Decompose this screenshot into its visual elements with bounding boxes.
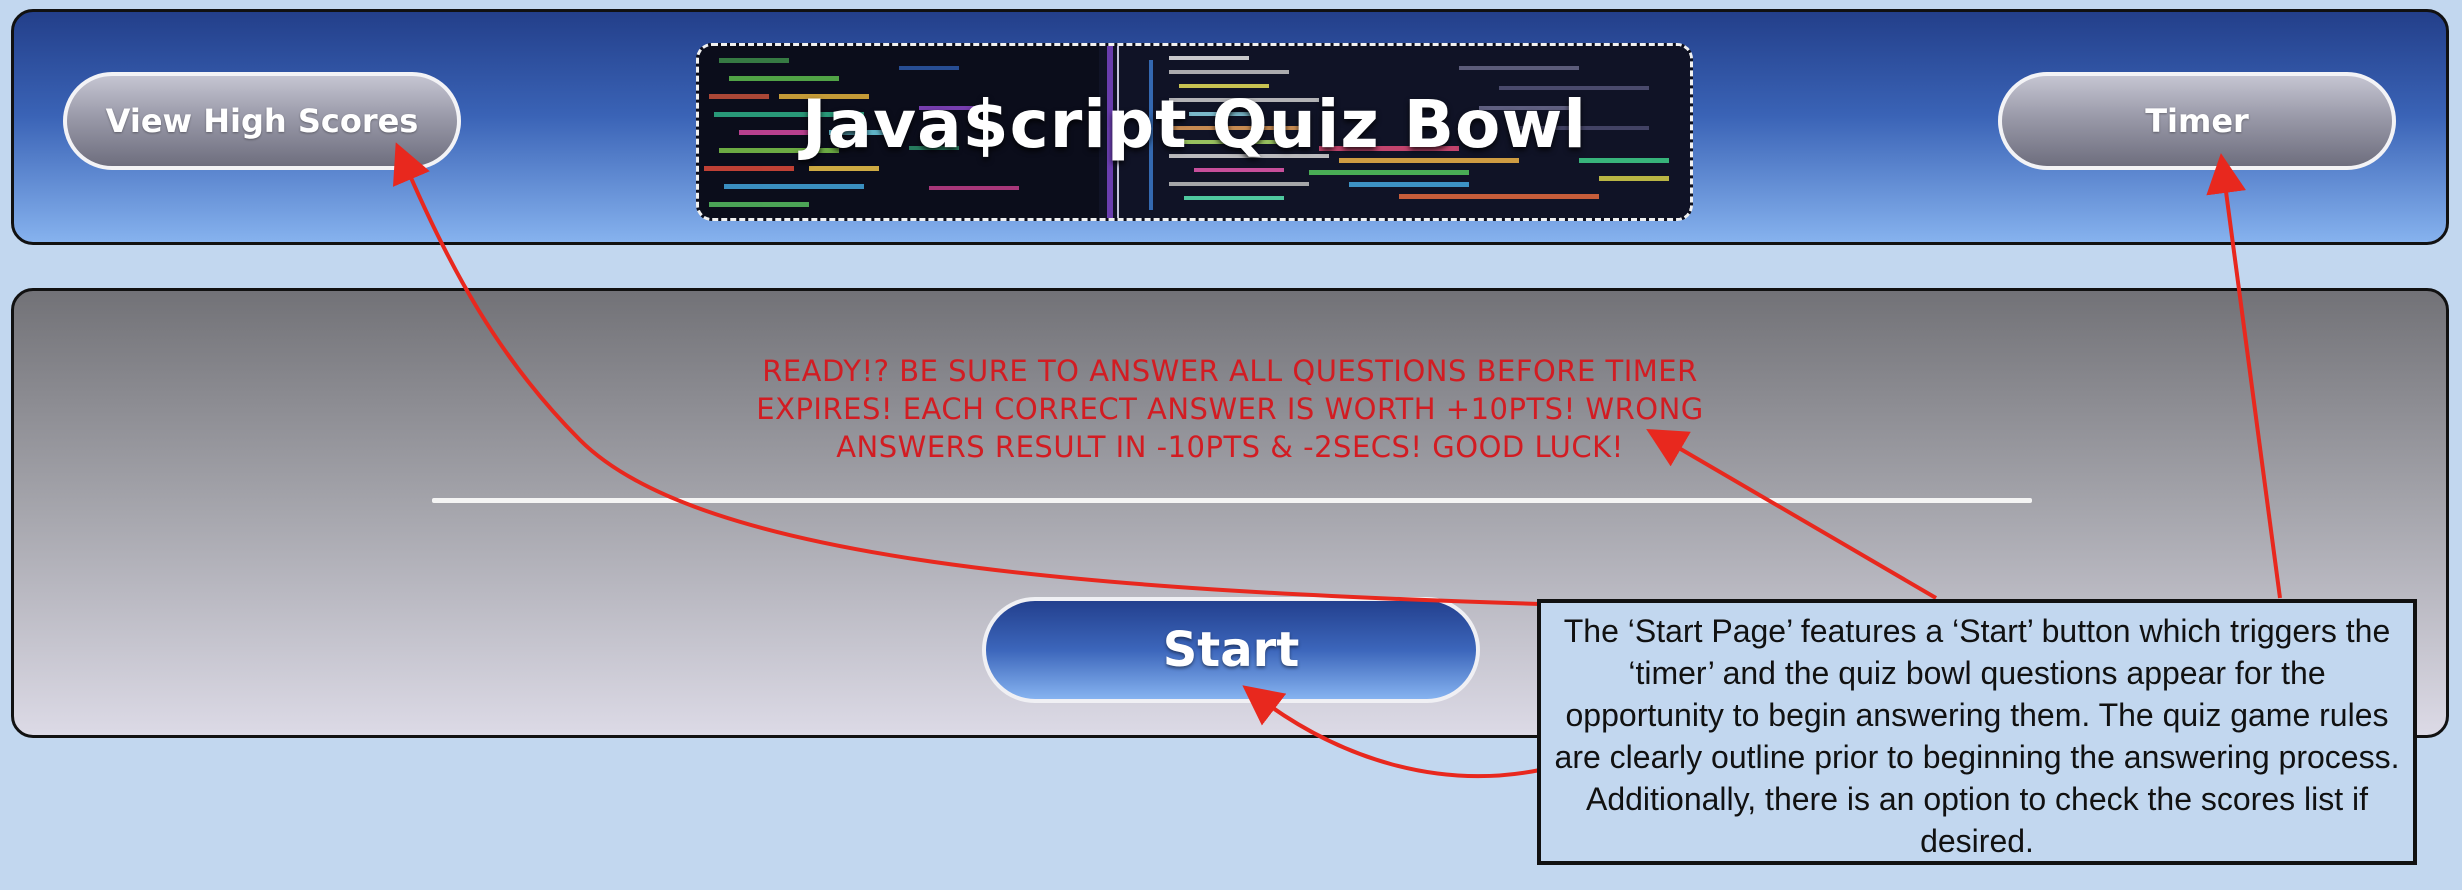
- divider: [432, 498, 2032, 503]
- timer-button[interactable]: Timer: [1998, 72, 2396, 170]
- page-title: Java$cript Quiz Bowl: [802, 86, 1587, 163]
- annotation-text: The ‘Start Page’ features a ‘Start’ butt…: [1554, 613, 2400, 859]
- start-button[interactable]: Start: [982, 597, 1480, 703]
- quiz-rules-text: READY!? BE SURE TO ANSWER ALL QUESTIONS …: [756, 354, 1704, 464]
- title-banner: Java$cript Quiz Bowl: [696, 43, 1693, 221]
- annotation-callout: The ‘Start Page’ features a ‘Start’ butt…: [1537, 599, 2417, 865]
- view-high-scores-button[interactable]: View High Scores: [63, 72, 461, 170]
